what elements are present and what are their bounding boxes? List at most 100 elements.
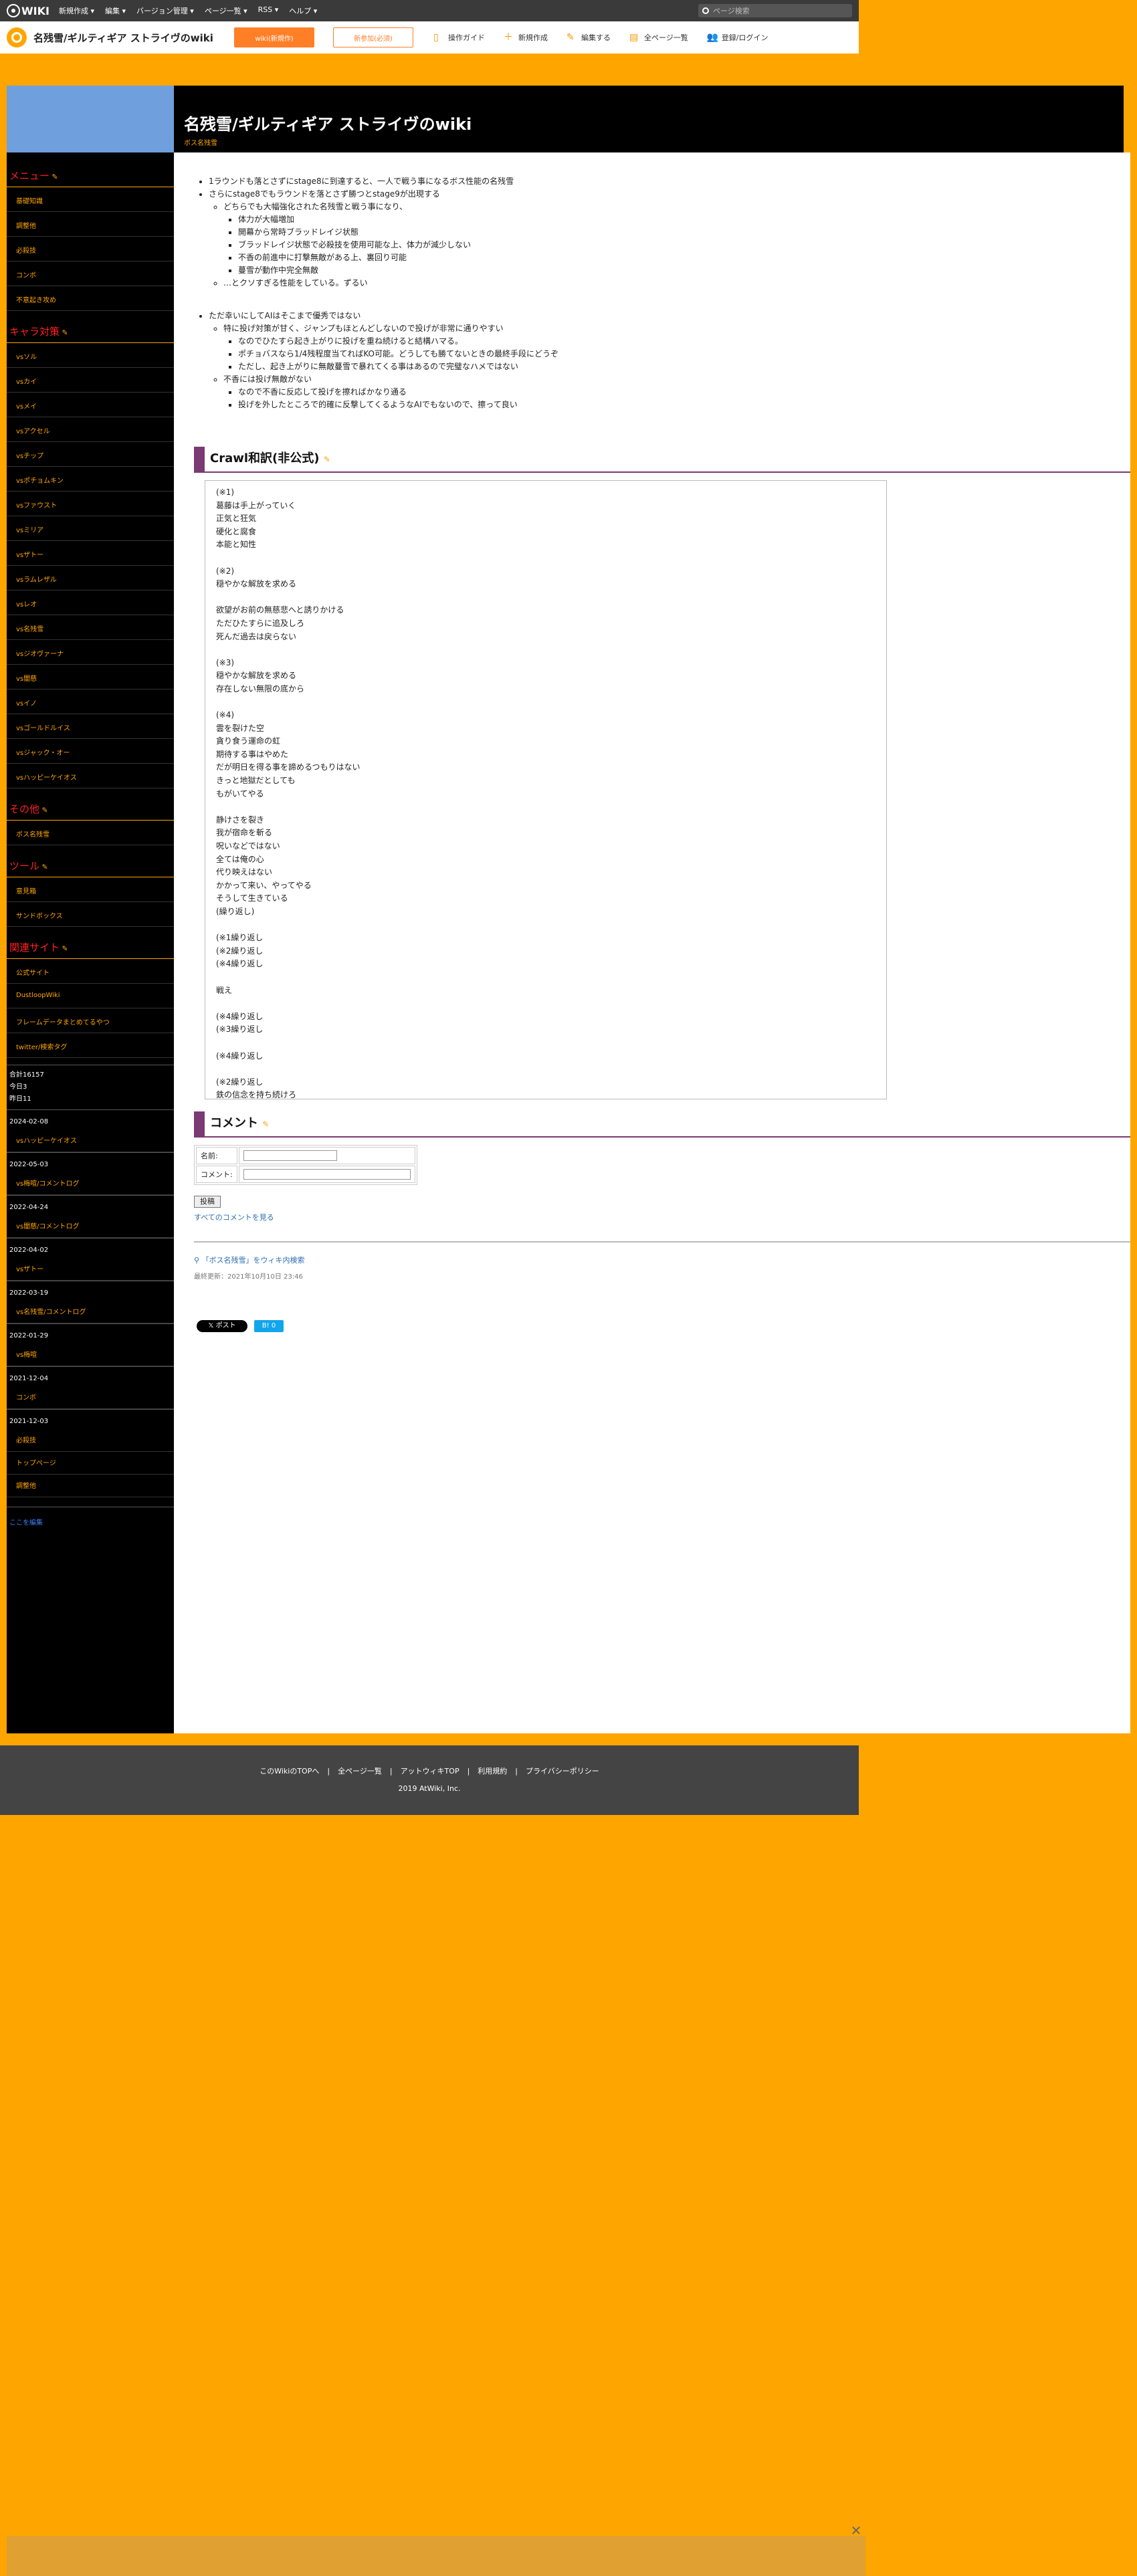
footer-link[interactable]: アットウィキTOP (401, 1767, 459, 1776)
breadcrumb[interactable]: ボス名残雪 (184, 137, 1124, 147)
sidebar-item[interactable]: 意見箱 (7, 877, 174, 902)
wiki-create-button[interactable]: wiki(新規作) (234, 27, 314, 47)
toolbar-link[interactable]: 👥 登録/ログイン (707, 32, 768, 43)
sidebar-item[interactable]: vsザトー (7, 541, 174, 566)
page-search-input[interactable]: ページ検索 (698, 4, 852, 17)
toolbar-link[interactable]: ▤ 全ページ一覧 (629, 32, 688, 43)
page-icon: ▤ (629, 32, 639, 43)
lyrics-box: (※1) 葛藤は手上がっていく 正気と狂気 硬化と腐食 本能と知性 (※2) 穏… (205, 480, 887, 1099)
name-input[interactable] (243, 1150, 337, 1161)
tools-heading-text: ツール (9, 860, 40, 872)
sidebar-item[interactable]: vsミリア (7, 516, 174, 541)
recent-page-link[interactable]: トップページ (7, 1452, 174, 1475)
recent-page-link[interactable]: vs梅喧/コメントログ (7, 1172, 174, 1195)
recent-page-link[interactable]: vs梅喧 (7, 1344, 174, 1366)
edit-pencil-icon[interactable]: ✎ (39, 863, 48, 871)
sidebar-item[interactable]: コンボ (7, 261, 174, 286)
top-menu-item[interactable]: 編集 ▾ (105, 5, 126, 16)
other-heading: その他 ✎ (7, 798, 174, 821)
sidebar: メニュー ✎ 基礎知識 調整他 必殺技 コンボ 不意起き攻め キャラ対策 ✎ vsソル vsカイ… (7, 152, 174, 1733)
toolbar-link[interactable]: ✎ 編集する (566, 32, 611, 43)
edit-pencil-icon[interactable]: ✎ (49, 173, 58, 181)
top-menu-item[interactable]: 新規作成 ▾ (59, 5, 94, 16)
sidebar-item[interactable]: vsジオヴァーナ (7, 640, 174, 665)
sidebar-item[interactable]: 必殺技 (7, 237, 174, 261)
sidebar-item[interactable]: DustloopWiki (7, 984, 174, 1008)
comment-input[interactable] (243, 1169, 411, 1180)
sidebar-item[interactable]: vs闇慈 (7, 665, 174, 689)
footer-link[interactable]: 利用規約 (478, 1767, 507, 1776)
access-counter: 合計16157 (9, 1071, 44, 1079)
sidebar-item[interactable]: twitter/検索タグ (7, 1033, 174, 1058)
all-comments-link[interactable]: すべてのコメントを見る (194, 1212, 274, 1222)
sidebar-item[interactable]: 不意起き攻め (7, 286, 174, 311)
toolbar-link-label: 編集する (581, 33, 611, 42)
top-menu-item[interactable]: バージョン管理 ▾ (136, 5, 194, 16)
recent-page-link[interactable]: vs名残雪/コメントログ (7, 1301, 174, 1323)
sidebar-item[interactable]: サンドボックス (7, 902, 174, 927)
toolbar-link-label: 新規作成 (518, 33, 548, 42)
sidebar-item[interactable]: 基礎知識 (7, 187, 174, 212)
separator: | (515, 1767, 518, 1776)
join-button[interactable]: 新参加(必須) (333, 27, 413, 47)
top-menu-item[interactable]: ページ一覧 ▾ (205, 5, 247, 16)
sidebar-item[interactable]: ボス名残雪 (7, 821, 174, 845)
list-item: …とクソすぎる性能をしている。ずるい (223, 277, 1130, 290)
recent-page-link[interactable]: vsハッピーケイオス (7, 1130, 174, 1152)
sidebar-item[interactable]: フレームデータまとめてるやつ (7, 1008, 174, 1033)
sidebar-item[interactable]: vsチップ (7, 442, 174, 467)
close-icon[interactable]: ✕ (849, 2524, 863, 2537)
sidebar-item[interactable]: vsファウスト (7, 492, 174, 516)
sidebar-item[interactable]: vsレオ (7, 591, 174, 615)
page-title[interactable]: 名残雪/ギルティギア ストライヴのwiki (184, 111, 1124, 134)
wiki-search-link[interactable]: ⚲ 「ボス名残雪」をウィキ内検索 (194, 1255, 305, 1265)
edit-pencil-icon[interactable]: ✎ (324, 455, 330, 464)
sidebar-item[interactable]: vsカイ (7, 368, 174, 393)
recent-page-link[interactable]: コンボ (7, 1386, 174, 1409)
top-menu-item[interactable]: RSS ▾ (258, 5, 279, 16)
post-button[interactable]: 投稿 (194, 1196, 221, 1208)
atwiki-logo[interactable]: WIKI (7, 4, 49, 17)
top-menu-item[interactable]: ヘルプ ▾ (289, 5, 317, 16)
wiki-logo-icon[interactable] (7, 27, 27, 47)
sidebar-item[interactable]: vsポチョムキン (7, 467, 174, 492)
footer-link[interactable]: このWikiのTOPへ (260, 1767, 319, 1776)
sidebar-item[interactable]: vsメイ (7, 393, 174, 417)
footer-link[interactable]: 全ページ一覧 (338, 1767, 382, 1776)
recent-page-link[interactable]: vs闇慈/コメントログ (7, 1215, 174, 1238)
recent-page-link[interactable]: vsザトー (7, 1258, 174, 1281)
sidebar-item[interactable]: vsハッピーケイオス (7, 764, 174, 788)
sidebar-item[interactable]: vsイノ (7, 689, 174, 714)
edit-pencil-icon[interactable]: ✎ (262, 1119, 269, 1129)
recent-date: 2022-03-19 (7, 1281, 174, 1301)
sidebar-item[interactable]: vsソル (7, 343, 174, 368)
list-item: なのでひたすら起き上がりに投げを重ね続けると結構ハマる。 (238, 335, 1130, 348)
sidebar-item[interactable]: vsゴールドルイス (7, 714, 174, 739)
sidebar-item[interactable]: vsジャック・オー (7, 739, 174, 764)
sidebar-item[interactable]: 公式サイト (7, 959, 174, 984)
list-item: 蔓雪が動作中完全無敵 (238, 264, 1130, 277)
recent-page-link[interactable]: 必殺技 (7, 1429, 174, 1452)
site-name[interactable]: 名残雪/ギルティギア ストライヴのwiki (33, 31, 234, 45)
sidebar-item[interactable]: vsラムレザル (7, 566, 174, 591)
recent-page-link[interactable]: 調整他 (7, 1475, 174, 1497)
sidebar-item[interactable]: vs名残雪 (7, 615, 174, 640)
recent-date: 2022-04-02 (7, 1238, 174, 1258)
list-item: ブラッドレイジ状態で必殺技を使用可能な上、体力が減少しない (238, 239, 1130, 251)
x-post-button[interactable]: 𝕏 ポスト (197, 1320, 247, 1332)
edit-pencil-icon[interactable]: ✎ (39, 806, 48, 815)
toolbar-link[interactable]: ＋ 新規作成 (504, 32, 548, 43)
edit-pencil-icon[interactable]: ✎ (60, 944, 68, 953)
footer-link[interactable]: プライバシーポリシー (526, 1767, 599, 1776)
sidebar-item[interactable]: vsアクセル (7, 417, 174, 442)
main-content: 1ラウンドも落とさずにstage8に到達すると、一人で戦う事になるボス性能の名残… (174, 152, 1130, 1733)
edit-here-link[interactable]: ここを編集 (7, 1507, 174, 1536)
separator: | (467, 1767, 470, 1776)
toolbar-link-label: 操作ガイド (448, 33, 485, 42)
list-item: さらにstage8でもラウンドを落とさず勝つとstage9が出現する どちらでも… (209, 188, 1130, 290)
sidebar-item[interactable]: 調整他 (7, 212, 174, 237)
toolbar-link[interactable]: ▯ 操作ガイド (433, 32, 485, 43)
edit-pencil-icon[interactable]: ✎ (60, 328, 68, 337)
ad-banner[interactable] (7, 2536, 865, 2576)
hatena-bookmark-button[interactable]: B! 0 (254, 1320, 284, 1332)
